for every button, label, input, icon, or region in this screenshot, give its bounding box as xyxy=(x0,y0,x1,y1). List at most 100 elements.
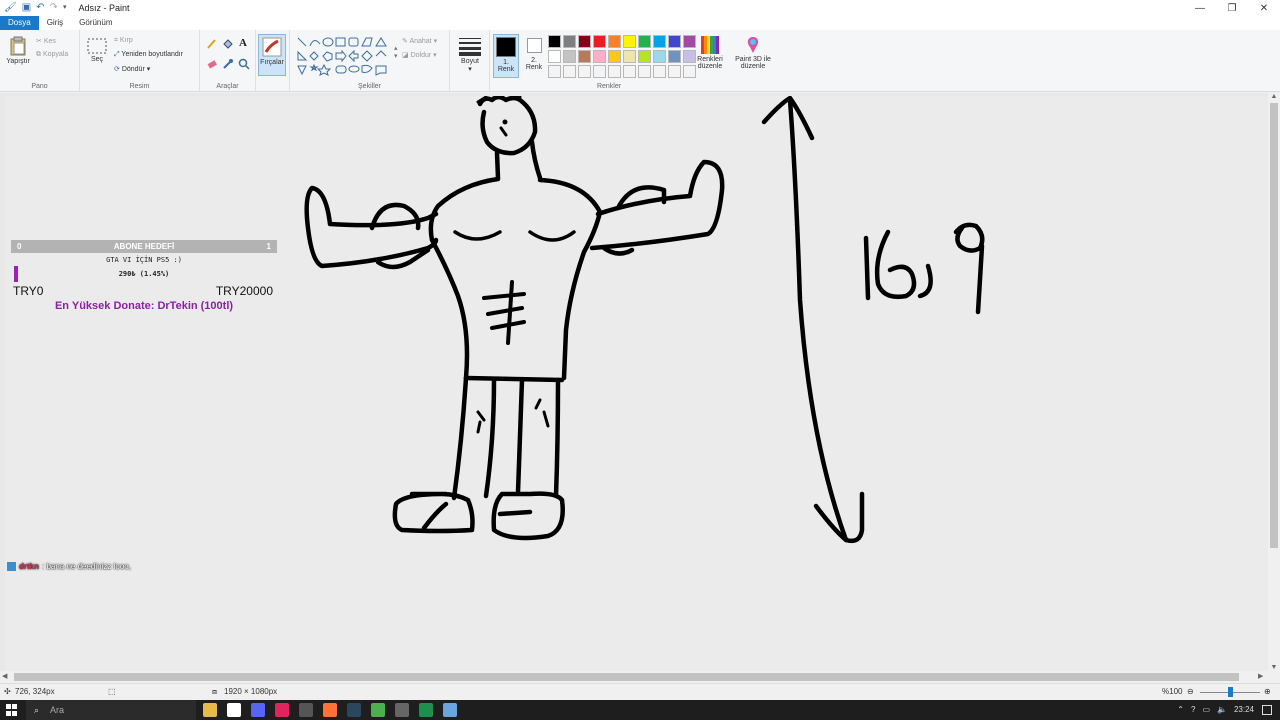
color-swatch[interactable] xyxy=(638,35,651,48)
app-red-icon[interactable] xyxy=(275,703,289,717)
windows-start-icon[interactable] xyxy=(6,704,18,716)
color-swatch[interactable] xyxy=(593,35,606,48)
color-swatch[interactable] xyxy=(563,65,576,78)
obs-icon[interactable] xyxy=(395,703,409,717)
color-swatch[interactable] xyxy=(608,65,621,78)
tray-chevron-icon[interactable]: ⌃ xyxy=(1177,700,1184,720)
text-tool-icon[interactable]: A xyxy=(239,37,247,49)
color-swatch[interactable] xyxy=(563,35,576,48)
customize-toolbar-icon[interactable]: ▾ xyxy=(63,2,67,14)
taskbar-search[interactable]: ⌕ Ara xyxy=(26,700,196,720)
crop-label: Kırp xyxy=(119,37,133,44)
color-swatch[interactable] xyxy=(668,50,681,63)
color-swatch[interactable] xyxy=(548,50,561,63)
horizontal-scrollbar[interactable]: ◀ ▶ xyxy=(0,671,1268,683)
vertical-scroll-thumb[interactable] xyxy=(1270,103,1278,548)
color-swatch[interactable] xyxy=(548,35,561,48)
shapes-scroll-icon[interactable]: ▴ ▾ xyxy=(394,44,398,60)
scroll-down-icon[interactable]: ▼ xyxy=(1268,664,1280,671)
resize-button[interactable]: ⤢ Yeniden boyutlandır xyxy=(114,51,183,59)
color-swatch[interactable] xyxy=(578,65,591,78)
color-swatch[interactable] xyxy=(638,65,651,78)
zoom-slider-thumb[interactable] xyxy=(1228,687,1233,697)
scroll-right-icon[interactable]: ▶ xyxy=(1258,671,1263,683)
brushes-button[interactable]: Fırçalar xyxy=(258,34,286,76)
paint-icon[interactable] xyxy=(443,703,457,717)
color-swatch[interactable] xyxy=(608,35,621,48)
edit-colors-button[interactable]: Renkleri düzenle xyxy=(693,36,727,70)
zoom-out-icon[interactable]: ⊖ xyxy=(1187,687,1194,696)
color-swatch[interactable] xyxy=(623,50,636,63)
color-swatch[interactable] xyxy=(548,65,561,78)
color-swatch[interactable] xyxy=(653,65,666,78)
tab-giris[interactable]: Giriş xyxy=(39,16,71,30)
paste-button[interactable]: Yapıştır xyxy=(4,36,32,65)
volume-icon[interactable]: 🔈 xyxy=(1217,700,1227,720)
color-swatch[interactable] xyxy=(578,35,591,48)
redo-icon[interactable]: ↷ xyxy=(50,2,58,14)
color-picker-icon[interactable] xyxy=(222,58,234,70)
network-icon[interactable]: ▭ xyxy=(1202,700,1210,720)
clock[interactable]: 23:24 xyxy=(1234,700,1254,720)
help-icon[interactable]: ? xyxy=(1191,700,1195,720)
crop-button[interactable]: ⌗ Kırp xyxy=(114,37,133,45)
color-swatch[interactable] xyxy=(608,50,621,63)
color-swatch[interactable] xyxy=(593,50,606,63)
color2-button[interactable]: 2. Renk xyxy=(522,36,546,71)
minimize-button[interactable]: — xyxy=(1184,0,1216,16)
color-swatch[interactable] xyxy=(593,65,606,78)
tab-dosya[interactable]: Dosya xyxy=(0,16,39,30)
notification-icon[interactable] xyxy=(1262,705,1272,715)
pencil-icon[interactable] xyxy=(206,38,218,50)
calculator-icon[interactable] xyxy=(299,703,313,717)
color-swatch[interactable] xyxy=(623,35,636,48)
color-swatch[interactable] xyxy=(563,50,576,63)
color1-button[interactable]: 1. Renk xyxy=(493,34,519,78)
eraser-icon[interactable] xyxy=(206,58,218,70)
size-button[interactable]: Boyut ▾ xyxy=(456,36,484,73)
fill-icon: ◪ xyxy=(402,52,411,59)
store-icon[interactable] xyxy=(227,703,241,717)
discord-icon[interactable] xyxy=(251,703,265,717)
maximize-button[interactable]: ❐ xyxy=(1216,0,1248,16)
select-button[interactable]: Seç xyxy=(86,38,108,63)
vertical-scrollbar[interactable]: ▲ ▼ xyxy=(1268,93,1280,671)
rotate-button[interactable]: ⟳ Döndür ▾ xyxy=(114,65,150,73)
save-icon[interactable]: ▣ xyxy=(22,2,31,14)
firefox-icon[interactable] xyxy=(323,703,337,717)
excel-icon[interactable] xyxy=(419,703,433,717)
color-swatch[interactable] xyxy=(653,35,666,48)
copy-label: Kopyala xyxy=(42,51,69,58)
magnifier-icon[interactable] xyxy=(238,58,250,70)
search-icon: ⌕ xyxy=(34,705,40,715)
scroll-up-icon[interactable]: ▲ xyxy=(1268,93,1280,100)
donation-goal-name: GTA VI İÇİN PS5 :) xyxy=(106,256,182,264)
cut-button[interactable]: ✂ Kes xyxy=(36,37,56,45)
donation-end: TRY20000 xyxy=(215,284,273,298)
undo-icon[interactable]: ↶ xyxy=(36,2,44,14)
drawing-canvas[interactable]: 0 ABONE HEDEFİ 1 GTA VI İÇİN PS5 :) 290₺… xyxy=(5,96,1268,671)
steam-icon[interactable] xyxy=(347,703,361,717)
copy-button[interactable]: ⧉ Kopyala xyxy=(36,51,68,59)
paint3d-button[interactable]: Paint 3D ile düzenle xyxy=(732,36,774,70)
color-swatch[interactable] xyxy=(653,50,666,63)
fill-button[interactable]: ◪ Doldur ▾ xyxy=(402,51,437,59)
scroll-left-icon[interactable]: ◀ xyxy=(2,671,7,683)
horizontal-scroll-thumb[interactable] xyxy=(14,673,1239,681)
goal-max: 1 xyxy=(266,242,271,251)
close-button[interactable]: ✕ xyxy=(1248,0,1280,16)
zoom-in-icon[interactable]: ⊕ xyxy=(1264,687,1271,696)
color-swatch[interactable] xyxy=(623,65,636,78)
outline-button[interactable]: ✎ Anahat ▾ xyxy=(402,37,437,45)
tab-gorunum[interactable]: Görünüm xyxy=(71,16,120,30)
color-swatch[interactable] xyxy=(668,35,681,48)
fill-bucket-icon[interactable] xyxy=(222,38,234,50)
color-swatch[interactable] xyxy=(578,50,591,63)
paste-label: Yapıştır xyxy=(6,58,30,65)
shapes-gallery-icon[interactable] xyxy=(296,36,396,76)
chrome-icon[interactable] xyxy=(371,703,385,717)
color-swatch[interactable] xyxy=(668,65,681,78)
taskbar-apps xyxy=(203,703,457,717)
color-swatch[interactable] xyxy=(638,50,651,63)
file-explorer-icon[interactable] xyxy=(203,703,217,717)
